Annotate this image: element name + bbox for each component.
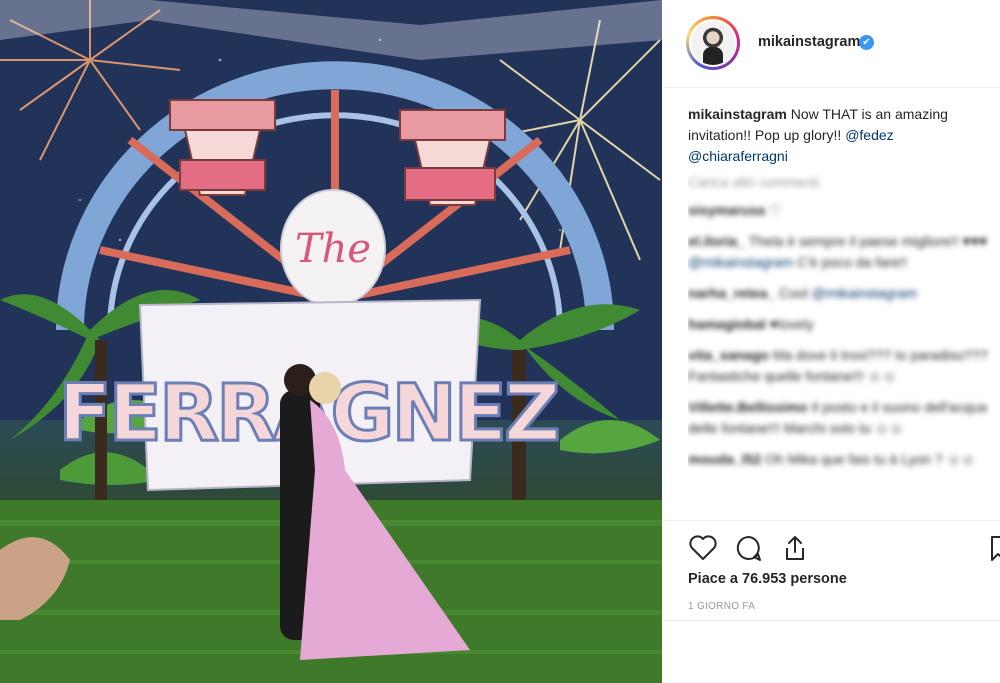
- mention-fedez[interactable]: @fedez: [845, 127, 893, 143]
- comment-username[interactable]: hamagiobal: [688, 316, 766, 332]
- post-actions: Piace a 76.953 persone 1 GIORNO FA: [662, 520, 1000, 683]
- comment-text: Thela è sempre il paese migliore!! ♥♥♥: [744, 233, 988, 249]
- comment-item: Villette.Bellissimo Il posto e il suono …: [688, 397, 1000, 439]
- post-side-panel: mikainstagram ✔ mikainstagram Now THAT i…: [662, 0, 1000, 683]
- comment-username[interactable]: narha_retea_: [688, 285, 775, 301]
- photo-illustration: The FERRAGNEZ: [0, 0, 662, 683]
- bookmark-icon[interactable]: [990, 533, 1000, 563]
- comment-item: vita_sanago Ma dove ti trovi??? Io parad…: [688, 345, 1000, 387]
- share-icon[interactable]: [780, 533, 810, 563]
- comment-icon[interactable]: [734, 533, 764, 563]
- comment-item: narha_retea_ Cool @mikainstagram: [688, 283, 1000, 304]
- comment-item: hamagiobal ♥lovely: [688, 314, 1000, 335]
- comment-text: Cool: [775, 285, 812, 301]
- post-photo[interactable]: The FERRAGNEZ: [0, 0, 662, 683]
- caption-username[interactable]: mikainstagram: [688, 106, 787, 122]
- header-username[interactable]: mikainstagram: [758, 34, 860, 50]
- post-caption: mikainstagram Now THAT is an amazing inv…: [688, 104, 993, 167]
- post-header: mikainstagram ✔: [662, 0, 1000, 88]
- comment-username[interactable]: Villette.Bellissimo: [688, 399, 808, 415]
- mention-chiaraferragni[interactable]: @chiaraferragni: [688, 148, 788, 164]
- comment-text: ♥lovely: [765, 316, 814, 332]
- add-comment-divider: [662, 620, 1000, 621]
- comment-item: el.iloria_ Thela è sempre il paese migli…: [688, 231, 1000, 273]
- sign-the: The: [295, 226, 371, 272]
- comment-item: mouda_l52 Oh Mika que fais tu à Lyon ? ☺…: [688, 449, 1000, 470]
- comment-item: sisymarusa ♡: [688, 200, 1000, 221]
- post-date: 1 GIORNO FA: [688, 601, 756, 612]
- comment-text: Oh Mika que fais tu à Lyon ? ☺☺: [761, 451, 976, 467]
- comment-username[interactable]: mouda_l52: [688, 451, 761, 467]
- avatar[interactable]: [686, 16, 740, 70]
- likes-count[interactable]: Piace a 76.953 persone: [688, 571, 847, 587]
- comment-username[interactable]: el.iloria_: [688, 233, 745, 249]
- comment-username[interactable]: vita_sanago: [688, 347, 769, 363]
- comment-mention[interactable]: @mikainstagram: [688, 254, 793, 270]
- comments-list: Carica altri commenti sisymarusa ♡ el.il…: [688, 172, 1000, 517]
- comment-text: C'è poco da fare!!: [793, 254, 908, 270]
- heart-icon[interactable]: [688, 533, 718, 563]
- load-more-comments[interactable]: Carica altri commenti: [688, 174, 1000, 190]
- verified-badge-icon: ✔: [859, 35, 874, 50]
- comment-username[interactable]: sisymarusa: [688, 202, 765, 218]
- comment-mention[interactable]: @mikainstagram: [812, 285, 917, 301]
- comment-text: ♡: [765, 202, 782, 218]
